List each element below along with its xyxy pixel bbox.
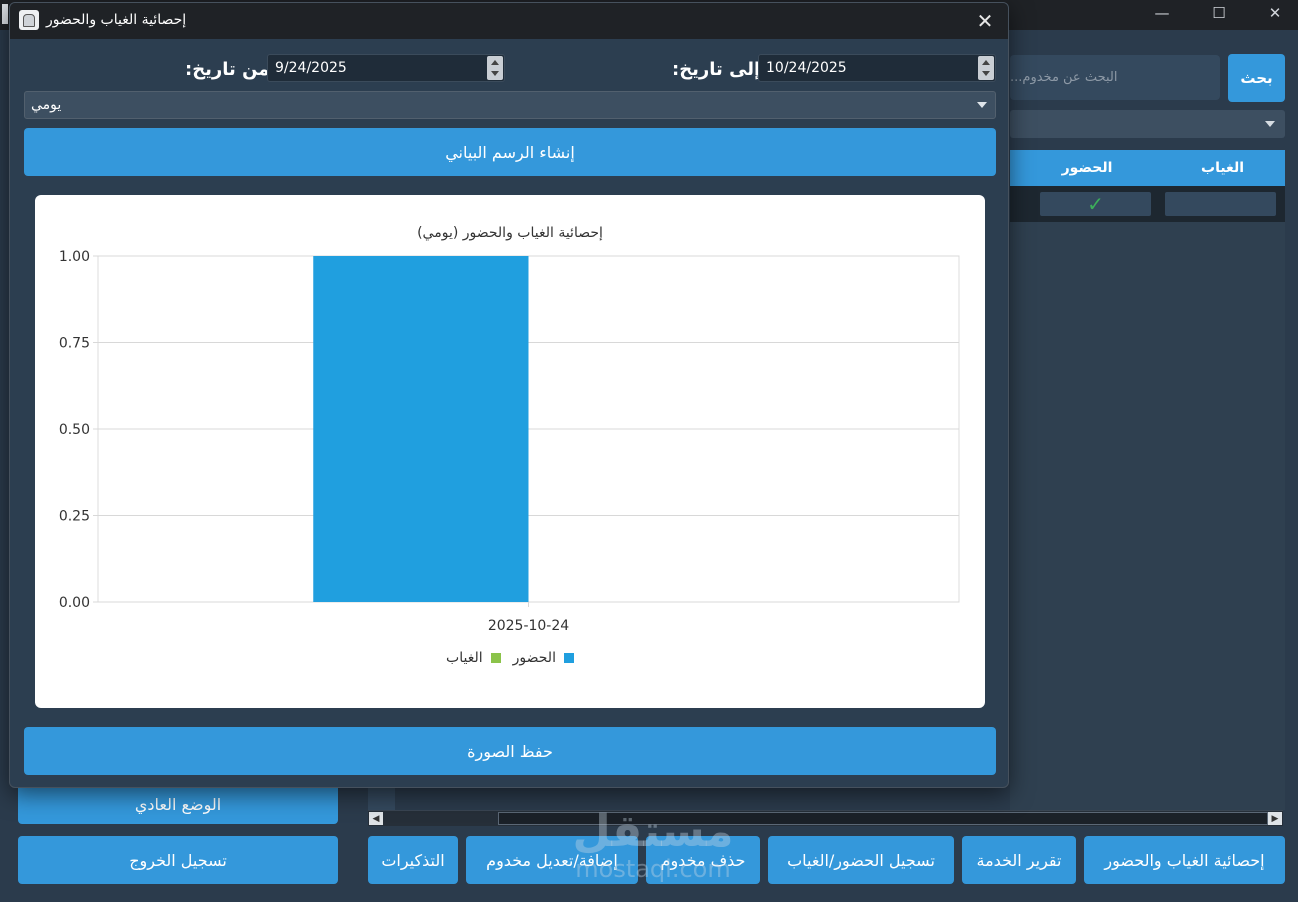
dialog-titlebar: إحصائية الغياب والحضور ✕ [10,3,1008,39]
bar-0-0 [313,256,529,602]
watermark-site: mostaql.com [575,855,731,883]
stats-button[interactable]: إحصائية الغياب والحضور [1084,836,1285,884]
filter-dropdown[interactable] [1010,110,1285,138]
y-tick-label: 1.00 [59,249,90,265]
table-header: الحضور الغياب [1010,150,1285,186]
chart-title: إحصائية الغياب والحضور (يومي) [417,225,603,241]
legend-swatch [563,653,574,663]
chart-legend: الحضور الغياب [35,650,985,666]
tickets-button[interactable]: التذكيرات [368,836,458,884]
to-date-field[interactable]: 10/24/2025 [758,54,996,82]
service-report-button[interactable]: تقرير الخدمة [962,836,1076,884]
y-tick-label: 0.25 [59,509,90,525]
chart-panel: 0.00 0.25 0.50 0.75 1.00 2025-10-24 إحصائية ا… [35,195,985,708]
church-logo-icon [19,10,39,30]
table-body [1010,222,1285,810]
to-date-label: إلى تاريخ: [672,59,761,80]
check-icon: ✓ [1087,192,1104,216]
to-date-value: 10/24/2025 [766,60,847,76]
attendance-cell[interactable]: ✓ [1040,192,1151,216]
scroll-left-icon[interactable]: ◀ [369,812,383,825]
legend-swatch [490,653,501,663]
legend-label: الحضور [512,650,556,666]
close-icon[interactable]: ✕ [1252,0,1298,26]
save-image-button[interactable]: حفظ الصورة [24,727,996,775]
legend-item: الغياب [446,650,501,666]
horizontal-scrollbar[interactable]: ◀ ▶ [368,810,1283,826]
from-date-field[interactable]: 9/24/2025 [267,54,505,82]
stats-dialog: إحصائية الغياب والحضور ✕ من تاريخ: 9/24/… [9,2,1009,788]
table-corner [368,786,395,810]
scroll-right-icon[interactable]: ▶ [1268,812,1282,825]
bar-chart: 0.00 0.25 0.50 0.75 1.00 2025-10-24 [59,249,960,634]
app-icon [2,4,8,24]
search-button[interactable]: بحث [1228,54,1285,102]
column-header-absence[interactable]: الغياب [1160,150,1285,186]
from-date-value: 9/24/2025 [275,60,347,76]
x-tick-label: 2025-10-24 [488,618,569,634]
column-header-attendance[interactable]: الحضور [1040,150,1134,186]
maximize-icon[interactable]: ☐ [1196,0,1242,26]
chevron-down-icon [977,102,987,108]
y-tick-label: 0.00 [59,595,90,611]
from-date-label: من تاريخ: [185,59,270,80]
to-date-spinner[interactable] [978,56,994,80]
generate-chart-button[interactable]: إنشاء الرسم البياني [24,128,996,176]
from-date-spinner[interactable] [487,56,503,80]
dialog-title: إحصائية الغياب والحضور [46,12,187,28]
period-select-value: يومي [31,97,62,113]
normal-mode-button[interactable]: الوضع العادي [18,784,338,824]
y-tick-label: 0.50 [59,422,90,438]
absence-cell[interactable] [1165,192,1276,216]
period-select[interactable]: يومي [24,91,996,119]
dialog-close-icon[interactable]: ✕ [970,6,1000,36]
record-attendance-button[interactable]: تسجيل الحضور/الغياب [768,836,954,884]
table-row[interactable]: ✓ [1010,186,1285,222]
watermark: مستقل mostaql.com [568,806,738,883]
watermark-logo: مستقل [572,806,734,857]
chevron-down-icon [1265,121,1275,127]
y-tick-label: 0.75 [59,336,90,352]
search-input[interactable]: البحث عن مخدوم... [1010,55,1220,100]
legend-item: الحضور [513,650,574,666]
legend-label: الغياب [446,650,483,666]
logout-button[interactable]: تسجيل الخروج [18,836,338,884]
minimize-icon[interactable]: — [1139,0,1185,26]
